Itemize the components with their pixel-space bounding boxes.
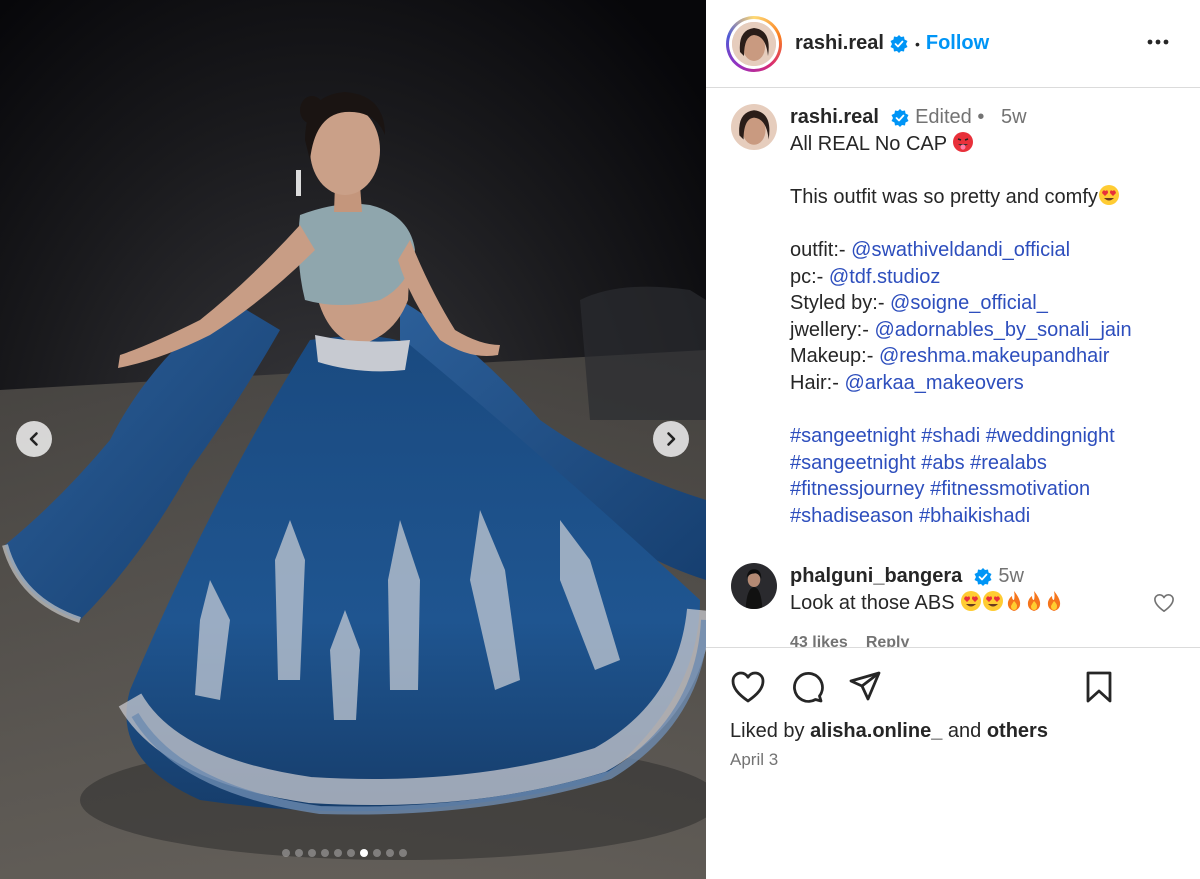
comment-likes-count[interactable]: 43 likes [790, 634, 848, 647]
caption-avatar[interactable] [731, 104, 777, 150]
post-date[interactable]: April 3 [730, 750, 778, 770]
heart-icon [731, 671, 765, 703]
face-with-tongue-emoji-icon [953, 131, 974, 152]
comment-heart-icon[interactable] [1153, 593, 1175, 613]
credit-mention-link[interactable]: @tdf.studioz [829, 266, 940, 288]
credit-label: Hair:- [790, 371, 845, 394]
post-photo [0, 0, 706, 879]
credit-label: Styled by:- [790, 292, 891, 315]
next-image-button[interactable] [653, 421, 689, 457]
post-media[interactable] [0, 0, 706, 879]
hashtag-line[interactable]: #fitnessjourney #fitnessmotivation [790, 476, 1180, 503]
carousel-dot [334, 849, 342, 857]
credit-mention-link[interactable]: @soigne_official_ [890, 292, 1048, 314]
credit-mention-link[interactable]: @arkaa_makeovers [844, 372, 1023, 394]
post-sidebar: rashi.real • Follow rashi.real Edited • … [706, 0, 1200, 879]
carousel-dot [386, 849, 394, 857]
heart-eyes-emoji-icon [961, 590, 982, 611]
carousel-dot [360, 849, 368, 857]
comments-section[interactable]: rashi.real Edited • 5w All REAL No CAP T… [706, 89, 1200, 647]
carousel-dot [321, 849, 329, 857]
carousel-indicator [282, 849, 407, 857]
chevron-left-icon [29, 432, 38, 446]
follow-button[interactable]: Follow [926, 32, 989, 55]
comment-age[interactable]: 5w [998, 565, 1024, 587]
fire-emoji-icon [1048, 590, 1061, 611]
hashtag-line[interactable]: #sangeetnight #shadi #weddingnight [790, 423, 1180, 450]
header-separator: • [914, 35, 920, 52]
comment-text: Look at those ABS [790, 591, 955, 614]
caption-hashtags: #sangeetnight #shadi #weddingnight #sange… [790, 423, 1180, 529]
liked-by-prefix: Liked by [730, 720, 811, 742]
credit-mention-link[interactable]: @adornables_by_sonali_jain [874, 319, 1131, 341]
caption-line-1: All REAL No CAP [790, 132, 947, 155]
post-author-username[interactable]: rashi.real [795, 32, 884, 55]
credit-line: jwellery:- @adornables_by_sonali_jain [790, 317, 1180, 344]
chevron-right-icon [667, 432, 676, 446]
carousel-dot [282, 849, 290, 857]
credit-mention-link[interactable]: @reshma.makeupandhair [879, 345, 1109, 367]
credit-line: outfit:- @swathiveldandi_official [790, 237, 1180, 264]
liked-by-user[interactable]: alisha.online_ [810, 720, 942, 742]
comment-emojis [960, 590, 1064, 614]
fire-emoji-icon [1008, 590, 1021, 611]
credit-label: jwellery:- [790, 318, 875, 341]
avatar [732, 21, 776, 66]
caption-age[interactable]: 5w [1001, 106, 1027, 128]
credit-line: Styled by:- @soigne_official_ [790, 290, 1180, 317]
credit-label: Makeup:- [790, 345, 879, 368]
carousel-dot [399, 849, 407, 857]
like-button[interactable] [730, 670, 766, 709]
credit-line: Hair:- @arkaa_makeovers [790, 370, 1180, 397]
carousel-dot [373, 849, 381, 857]
credit-line: Makeup:- @reshma.makeupandhair [790, 343, 1180, 370]
story-ring[interactable] [726, 15, 782, 72]
commenter-username[interactable]: phalguni_bangera [790, 565, 962, 587]
hashtag-line[interactable]: #sangeetnight #abs #realabs [790, 450, 1180, 477]
commenter-avatar[interactable] [731, 563, 777, 609]
share-button[interactable] [848, 670, 882, 709]
credit-line: pc:- @tdf.studioz [790, 264, 1180, 291]
post-actions: Liked by alisha.online_ and others April… [706, 647, 1200, 879]
save-button[interactable] [1084, 670, 1114, 709]
carousel-dot [308, 849, 316, 857]
heart-eyes-emoji-icon [983, 590, 1004, 611]
share-icon [849, 671, 881, 701]
reply-button[interactable]: Reply [866, 634, 910, 647]
carousel-dot [347, 849, 355, 857]
credit-mention-link[interactable]: @swathiveldandi_official [851, 239, 1070, 261]
credit-label: outfit:- [790, 238, 852, 261]
comment-icon [793, 672, 824, 703]
verified-badge-icon [890, 34, 908, 53]
bookmark-icon [1086, 671, 1112, 703]
comment-meta: 43 likes Reply [790, 630, 1180, 647]
previous-image-button[interactable] [16, 421, 52, 457]
caption-line-2: This outfit was so pretty and comfy [790, 185, 1098, 208]
comment-button[interactable] [790, 670, 824, 709]
credit-label: pc:- [790, 265, 829, 288]
liked-by-and: and [942, 720, 987, 742]
caption-separator: • [977, 106, 985, 128]
edited-label: Edited [915, 106, 972, 128]
fire-emoji-icon [1028, 590, 1041, 611]
more-options-icon[interactable] [1146, 34, 1170, 58]
caption-username[interactable]: rashi.real [790, 106, 879, 128]
hashtag-line[interactable]: #shadiseason #bhaikishadi [790, 503, 1180, 530]
liked-by-line: Liked by alisha.online_ and others [730, 720, 1048, 743]
liked-by-others[interactable]: others [987, 720, 1048, 742]
caption-credits: outfit:- @swathiveldandi_official pc:- @t… [790, 237, 1180, 397]
verified-badge-icon [891, 108, 909, 127]
verified-badge-icon [974, 567, 992, 586]
carousel-dot [295, 849, 303, 857]
heart-eyes-emoji-icon [1098, 184, 1119, 205]
post-header: rashi.real • Follow [706, 0, 1200, 88]
